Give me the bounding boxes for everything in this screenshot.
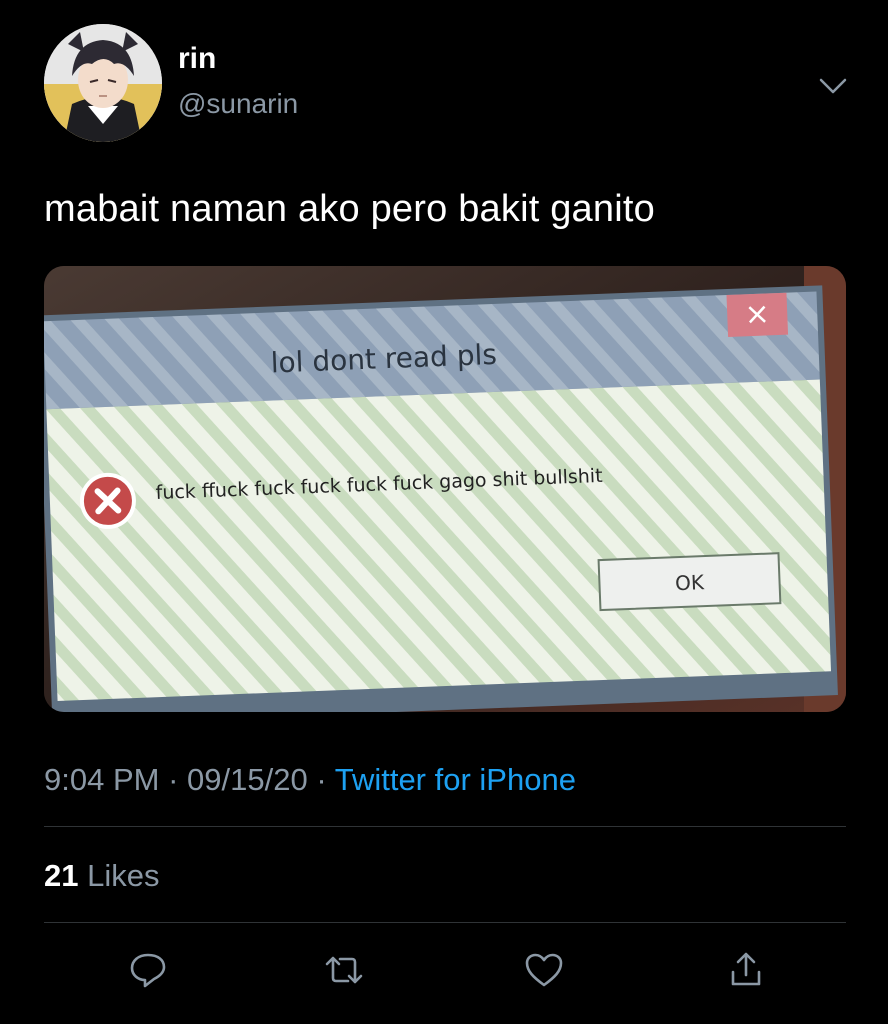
likes-count: 21 bbox=[44, 858, 79, 893]
share-button[interactable] bbox=[722, 946, 770, 994]
likes-label: Likes bbox=[87, 858, 160, 893]
divider bbox=[44, 922, 846, 923]
retweet-icon bbox=[325, 956, 363, 984]
like-button[interactable] bbox=[520, 946, 568, 994]
avatar-image bbox=[44, 24, 162, 142]
like-icon bbox=[525, 953, 563, 987]
tweet-date: 09/15/20 bbox=[187, 762, 308, 797]
reply-icon bbox=[130, 953, 166, 988]
avatar[interactable] bbox=[44, 24, 162, 142]
tweet-meta: 9:04 PM · 09/15/20 · Twitter for iPhone bbox=[44, 762, 576, 798]
author-handle[interactable]: @sunarin bbox=[178, 88, 298, 120]
retweet-button[interactable] bbox=[320, 946, 368, 994]
share-icon bbox=[731, 952, 761, 986]
close-icon: × bbox=[744, 296, 770, 332]
tweet-time: 9:04 PM bbox=[44, 762, 160, 797]
tweet-media-photo[interactable]: × lol dont read pls fuck ffuck fuck fuck… bbox=[44, 266, 846, 712]
meta-separator: · bbox=[168, 762, 179, 797]
likes-summary[interactable]: 21 Likes bbox=[44, 858, 159, 894]
meta-separator: · bbox=[316, 762, 327, 797]
reply-button[interactable] bbox=[124, 946, 172, 994]
tweet-source-link[interactable]: Twitter for iPhone bbox=[335, 762, 576, 797]
divider bbox=[44, 826, 846, 827]
tweet-text: mabait naman ako pero bakit ganito bbox=[44, 188, 655, 230]
dialog-ok-label: OK bbox=[675, 570, 706, 595]
more-options-chevron-down-icon[interactable] bbox=[818, 74, 848, 98]
author-display-name[interactable]: rin bbox=[178, 42, 216, 76]
